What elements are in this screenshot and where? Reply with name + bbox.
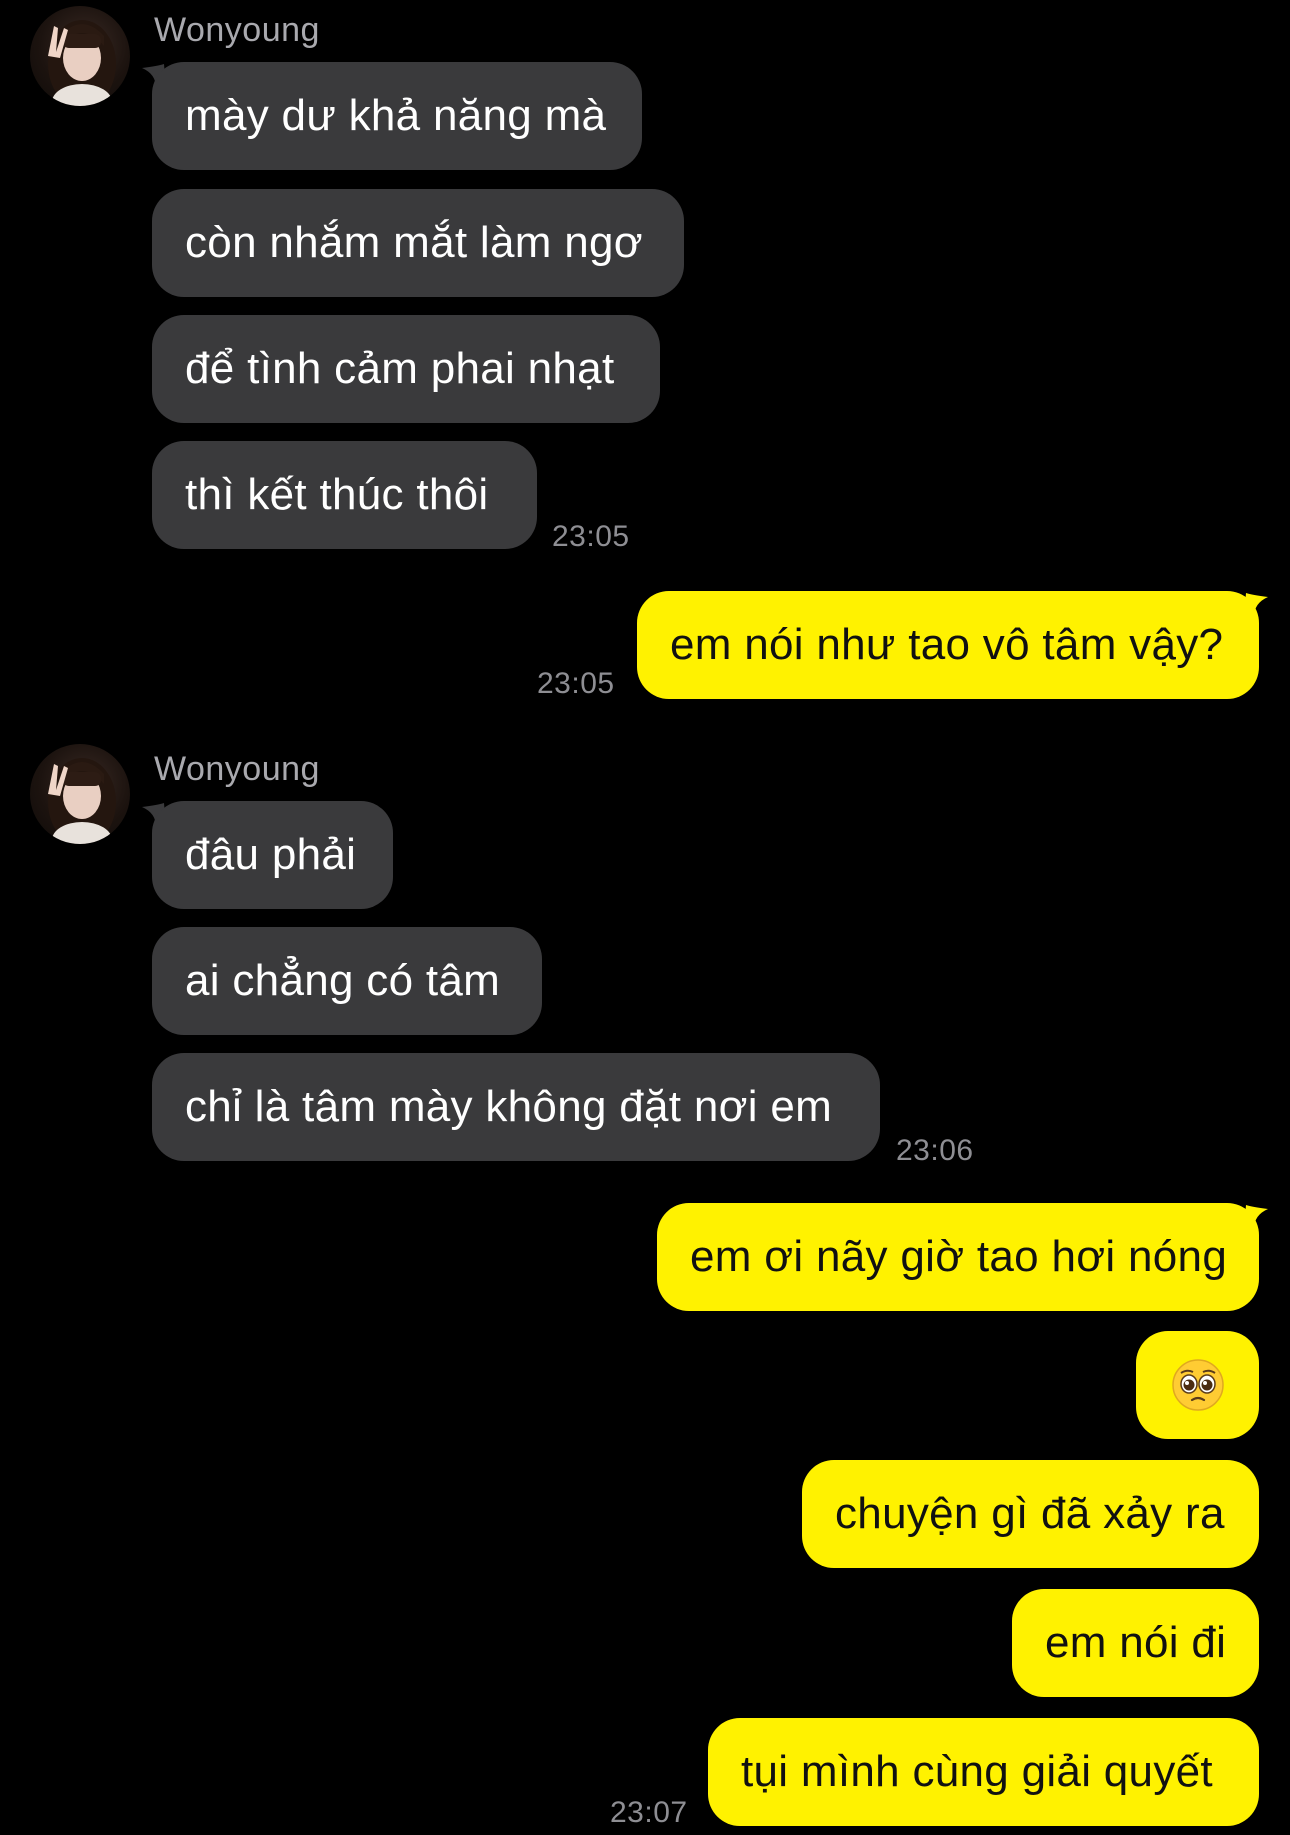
contact-avatar[interactable] [30, 744, 130, 844]
message-text: ai chẳng có tâm [185, 956, 501, 1005]
message-timestamp: 23:06 [896, 1134, 974, 1167]
incoming-message[interactable]: còn nhắm mắt làm ngơ [152, 189, 684, 297]
message-text: để tình cảm phai nhạt [185, 344, 615, 393]
outgoing-message[interactable]: em ơi nãy giờ tao hơi nóng [657, 1203, 1259, 1311]
outgoing-emoji-message[interactable] [1136, 1331, 1259, 1439]
incoming-message[interactable]: thì kết thúc thôi [152, 441, 537, 549]
outgoing-message[interactable]: tụi mình cùng giải quyết [708, 1718, 1259, 1826]
message-text: mày dư khả năng mà [185, 91, 607, 140]
incoming-message[interactable]: ai chẳng có tâm [152, 927, 542, 1035]
message-text: em nói như tao vô tâm vậy? [670, 620, 1224, 669]
outgoing-message[interactable]: em nói đi [1012, 1589, 1259, 1697]
incoming-message[interactable]: đâu phải [152, 801, 393, 909]
bubble-tail [1244, 1205, 1268, 1229]
message-text: chuyện gì đã xảy ra [835, 1489, 1225, 1538]
message-text: thì kết thúc thôi [185, 470, 489, 519]
message-text: chỉ là tâm mày không đặt nơi em [185, 1082, 833, 1131]
message-timestamp: 23:07 [610, 1796, 688, 1829]
message-text: em nói đi [1045, 1618, 1227, 1667]
message-text: em ơi nãy giờ tao hơi nóng [690, 1232, 1228, 1281]
message-text: tụi mình cùng giải quyết [741, 1747, 1213, 1796]
message-text: còn nhắm mắt làm ngơ [185, 218, 643, 267]
sender-name: Wonyoung [154, 750, 320, 788]
sender-name: Wonyoung [154, 11, 320, 49]
incoming-message[interactable]: mày dư khả năng mà [152, 62, 642, 170]
bubble-tail [1244, 593, 1268, 617]
pleading-face-emoji [1171, 1359, 1224, 1411]
message-timestamp: 23:05 [537, 667, 615, 700]
outgoing-message[interactable]: chuyện gì đã xảy ra [802, 1460, 1259, 1568]
incoming-message[interactable]: để tình cảm phai nhạt [152, 315, 660, 423]
message-timestamp: 23:05 [552, 520, 630, 553]
contact-avatar[interactable] [30, 6, 130, 106]
incoming-message[interactable]: chỉ là tâm mày không đặt nơi em [152, 1053, 880, 1161]
outgoing-message[interactable]: em nói như tao vô tâm vậy? [637, 591, 1259, 699]
chat-thread[interactable]: Wonyoung mày dư khả năng mà còn nhắm mắt… [0, 0, 1290, 1835]
message-text: đâu phải [185, 830, 357, 879]
